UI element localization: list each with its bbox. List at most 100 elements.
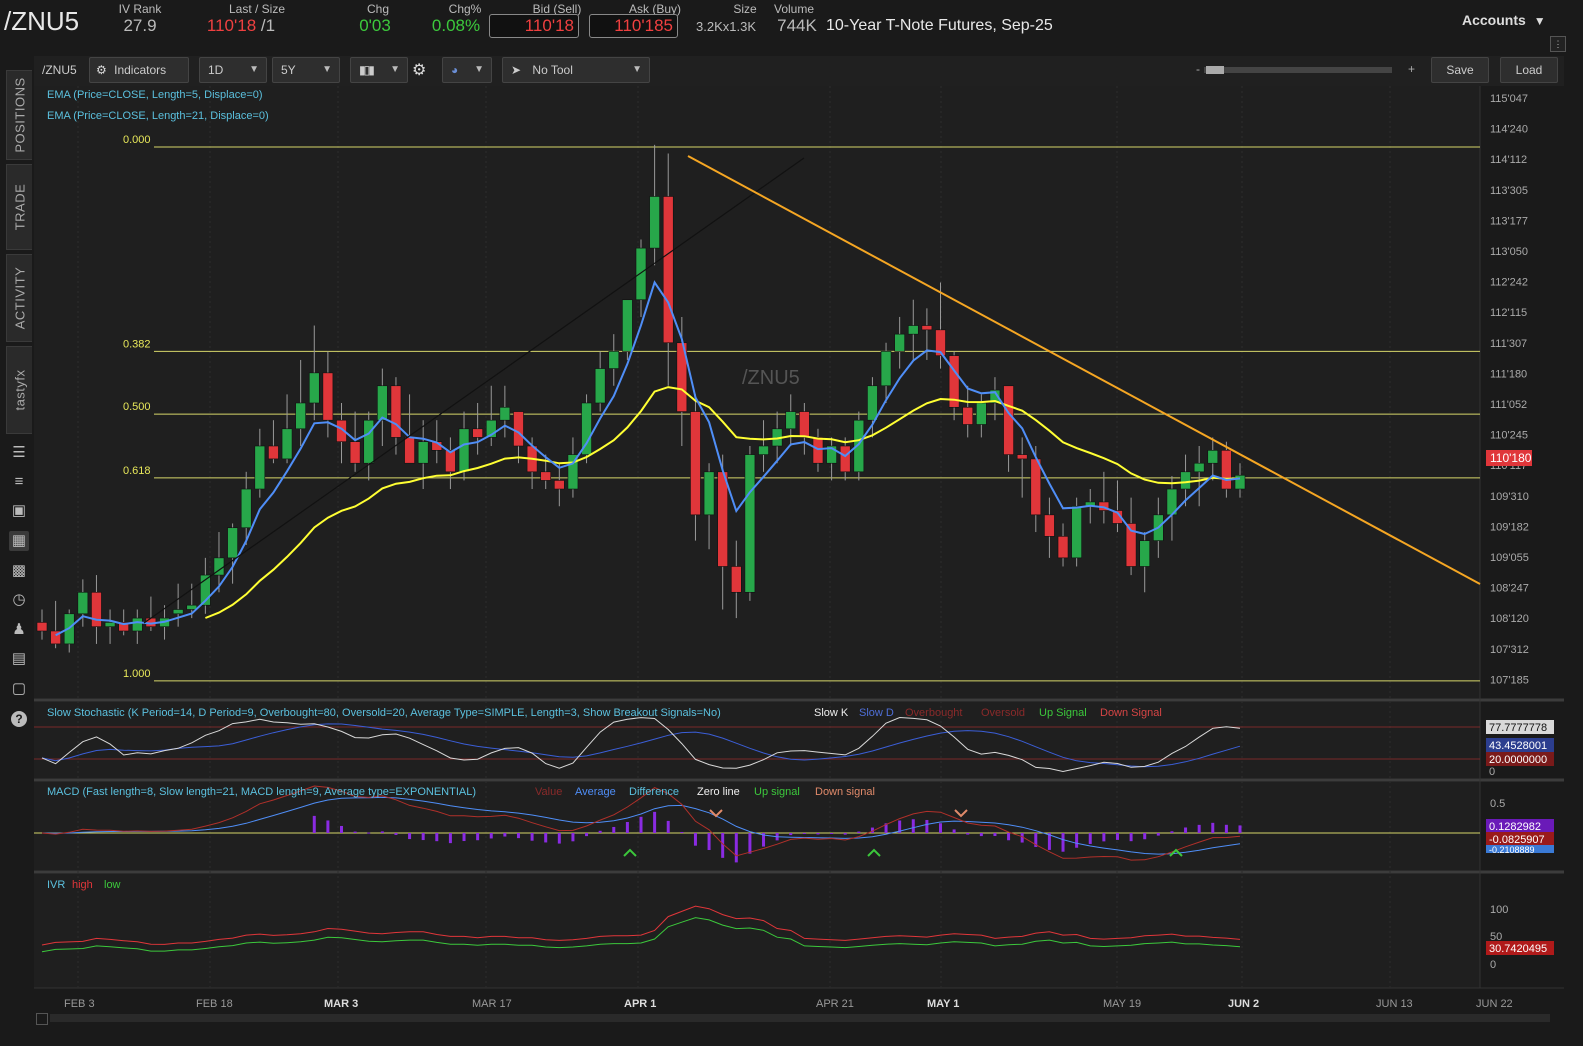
- calendar-icon[interactable]: ▤: [9, 649, 29, 669]
- zoom-in-button[interactable]: +: [1408, 62, 1415, 76]
- fib-label-0: 0.000: [123, 134, 151, 146]
- candle-body-15: [240, 488, 252, 529]
- chevron-down-icon: ▼: [474, 64, 484, 75]
- ask-button[interactable]: 110'185: [589, 14, 678, 38]
- tab-trade[interactable]: TRADE: [6, 164, 32, 250]
- macd-top-tick: 0.5: [1490, 798, 1505, 810]
- chart-icon[interactable]: ▦: [9, 531, 29, 551]
- fib-label-3: 0.618: [123, 465, 151, 477]
- accounts-menu[interactable]: Accounts ▼: [1462, 12, 1546, 28]
- candle-body-41: [594, 368, 606, 404]
- people-icon[interactable]: ♟: [9, 620, 29, 640]
- candle-body-43: [622, 299, 633, 352]
- candle-body-68: [962, 406, 974, 425]
- scrollbar-track[interactable]: [50, 1014, 1550, 1022]
- candle-body-65: [921, 325, 933, 331]
- candle-body-64: [907, 325, 919, 335]
- price-tick-15: 109'055: [1490, 552, 1529, 564]
- drawing-style-select[interactable]: ◕ ▼: [442, 57, 492, 83]
- save-button[interactable]: Save: [1431, 57, 1489, 83]
- macd-hist-69: [979, 833, 983, 837]
- candle-body-71: [1003, 385, 1014, 455]
- date-label-7: MAY 19: [1103, 998, 1141, 1010]
- chart-svg[interactable]: 0.0000.3820.5000.6181.000 /ZNU5 115'0471…: [34, 86, 1564, 1010]
- candle-body-56: [799, 411, 810, 438]
- zoom-slider-thumb[interactable]: [1206, 66, 1224, 74]
- help-icon[interactable]: ?: [9, 709, 29, 729]
- tab-positions-label: POSITIONS: [12, 77, 27, 153]
- candle-body-20: [308, 372, 320, 404]
- horizontal-scrollbar[interactable]: [34, 1010, 1564, 1026]
- tab-positions[interactable]: POSITIONS: [6, 70, 32, 160]
- tool-select[interactable]: ➤ No Tool ▼: [502, 57, 650, 83]
- zoom-out-button[interactable]: -: [1196, 62, 1200, 76]
- candle-body-81: [1139, 540, 1151, 567]
- chart-area[interactable]: 0.000 0.382 0.500 0.618 1.000 /ZNU5 115'047 1…: [34, 86, 1564, 1010]
- date-label-9: JUN 13: [1376, 998, 1413, 1010]
- chart-settings-gear-icon[interactable]: ⚙: [412, 60, 426, 80]
- load-button[interactable]: Load: [1500, 57, 1558, 83]
- candle-body-31: [458, 428, 470, 473]
- macd-value: 0.1282982: [1489, 821, 1541, 833]
- tab-tastyfx-label: tastyfx: [12, 369, 27, 411]
- macd-hist-78: [1102, 833, 1106, 842]
- stoch-legend-downsignal: Down Signal: [1100, 707, 1162, 719]
- news-icon[interactable]: ▢: [9, 679, 29, 699]
- candle-body-46: [662, 196, 674, 344]
- macd-legend-value: Value: [535, 786, 562, 798]
- tab-tastyfx[interactable]: tastyfx: [6, 346, 32, 434]
- macd-hist-32: [476, 833, 480, 841]
- macd-hist-81: [1143, 833, 1147, 840]
- gauge-icon[interactable]: ◷: [9, 590, 29, 610]
- candle-body-49: [703, 471, 715, 516]
- candle-body-10: [172, 609, 184, 615]
- candle-body-52: [744, 454, 756, 593]
- date-axis-labels: FEB 3 FEB 18 MAR 3 MAR 17 APR 1 APR 21 MAY 1 MA…: [64, 998, 1513, 1010]
- macd-hist-77: [1088, 833, 1092, 844]
- macd-hist-29: [435, 833, 439, 842]
- candle-body-69: [976, 402, 987, 425]
- price-panel-bg: [34, 86, 1480, 698]
- candle-body-55: [785, 411, 797, 430]
- macd-hist-51: [734, 833, 738, 863]
- grid-icon[interactable]: ▩: [9, 561, 29, 581]
- macd-hist-31: [462, 833, 466, 842]
- candle-body-30: [445, 450, 456, 473]
- macd-hist-36: [530, 833, 534, 841]
- price-tick-13: 109'310: [1490, 491, 1529, 503]
- candlestick-icon: ▮▯▮: [359, 63, 375, 77]
- bid-button[interactable]: 110'18: [489, 14, 579, 38]
- last-price: 110'18: [206, 16, 257, 35]
- macd-hist-34: [503, 833, 507, 837]
- date-label-2: MAR 3: [324, 998, 358, 1010]
- zoom-slider[interactable]: [1204, 66, 1392, 74]
- macd-hist-42: [612, 826, 616, 833]
- macd-hist-38: [557, 833, 561, 844]
- macd-hist-35: [516, 833, 520, 839]
- range-select[interactable]: 5Y ▼: [272, 57, 340, 83]
- macd-hist-45: [653, 811, 657, 833]
- indicators-button[interactable]: ⚙ Indicators: [89, 57, 189, 83]
- macd-hist-56: [802, 833, 806, 834]
- screen-icon[interactable]: ▣: [9, 501, 29, 521]
- macd-hist-44: [639, 816, 643, 833]
- symbol-label[interactable]: /ZNU5: [4, 6, 79, 37]
- candle-body-24: [363, 419, 375, 464]
- macd-hist-39: [571, 833, 575, 842]
- list-icon[interactable]: ≡: [9, 472, 29, 492]
- dropdown-caret-icon[interactable]: ⋮: [1550, 36, 1566, 52]
- chart-style-select[interactable]: ▮▯▮ ▼: [350, 57, 408, 83]
- candle-body-17: [268, 445, 279, 460]
- price-tick-11: 110'245: [1490, 430, 1528, 442]
- toolbar-symbol[interactable]: /ZNU5: [42, 63, 77, 77]
- date-label-4: APR 1: [624, 998, 656, 1010]
- candle-body-35: [513, 411, 524, 447]
- macd-hist-43: [625, 821, 629, 833]
- tab-activity[interactable]: ACTIVITY: [6, 254, 32, 342]
- candle-body-21: [322, 372, 334, 421]
- journal-icon[interactable]: ☰: [9, 443, 29, 463]
- interval-select[interactable]: 1D ▼: [199, 57, 267, 83]
- date-label-3: MAR 17: [472, 998, 512, 1010]
- candle-body-0: [36, 622, 48, 632]
- scroll-left-arrow-icon[interactable]: [36, 1013, 48, 1025]
